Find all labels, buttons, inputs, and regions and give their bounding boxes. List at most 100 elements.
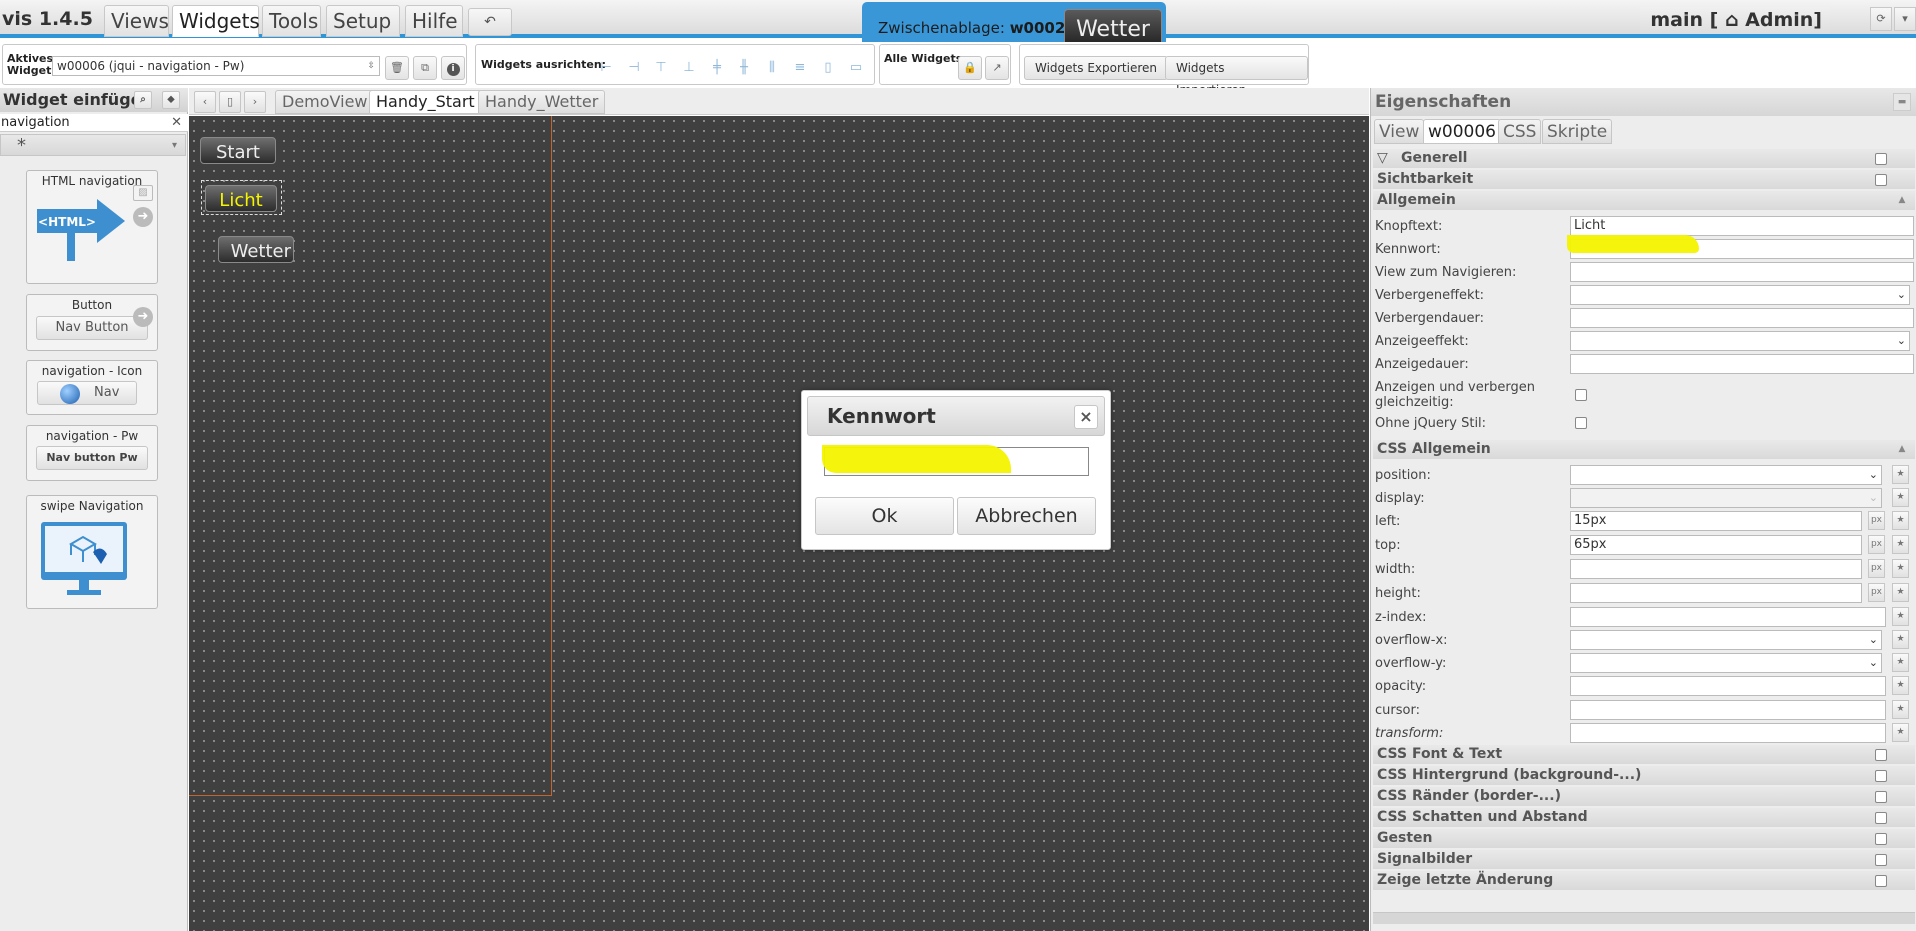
css-select-position[interactable]: ⌄ bbox=[1570, 465, 1882, 485]
group-sichtbarkeit-checkbox[interactable] bbox=[1875, 174, 1887, 186]
prop-tab-css[interactable]: CSS bbox=[1498, 119, 1542, 144]
widget-card-navigation-pw[interactable]: navigation - Pw Nav button Pw bbox=[26, 425, 158, 481]
cancel-button[interactable]: Abbrechen bbox=[957, 497, 1096, 535]
menu-tab-hilfe[interactable]: Hilfe bbox=[405, 5, 463, 37]
refresh-button[interactable]: ⟳ bbox=[1870, 7, 1892, 31]
group-sichtbarkeit[interactable]: Sichtbarkeit bbox=[1373, 170, 1915, 189]
css-star-display[interactable]: ★ bbox=[1892, 488, 1909, 507]
active-widget-select[interactable]: w00006 (jqui - navigation - Pw) ⇳ bbox=[52, 56, 380, 76]
group-css-background[interactable]: CSS Hintergrund (background-...) bbox=[1373, 766, 1915, 785]
group-css-background-checkbox[interactable] bbox=[1875, 770, 1887, 782]
group-generell[interactable]: ▽ Generell bbox=[1373, 149, 1915, 168]
css-unit-left[interactable]: px bbox=[1868, 511, 1885, 530]
copy-widget-button[interactable]: ⧉ bbox=[413, 56, 437, 80]
widget-card-button[interactable]: Button Nav Button ➜ bbox=[26, 294, 158, 351]
prop-checkbox-show-hide-simultaneous[interactable] bbox=[1575, 389, 1587, 401]
view-tab-handy-wetter[interactable]: Handy_Wetter bbox=[478, 90, 606, 114]
collapse-panel-button[interactable]: ▬ bbox=[1893, 93, 1911, 111]
css-star-overflow-x[interactable]: ★ bbox=[1892, 630, 1909, 649]
css-input-height[interactable] bbox=[1570, 583, 1862, 603]
align-top-icon[interactable]: ⊤ bbox=[651, 58, 671, 78]
distribute-vertical-icon[interactable]: ≡ bbox=[790, 58, 810, 78]
group-allgemein[interactable]: Allgemein ▲ bbox=[1373, 191, 1915, 210]
prop-input-knopftext[interactable]: Licht bbox=[1570, 216, 1914, 236]
group-last-change-checkbox[interactable] bbox=[1875, 875, 1887, 887]
canvas-widget-licht[interactable]: Licht bbox=[205, 185, 277, 212]
delete-widget-button[interactable]: 🗑 bbox=[385, 56, 409, 80]
group-generell-checkbox[interactable] bbox=[1875, 153, 1887, 165]
css-star-transform[interactable]: ★ bbox=[1892, 723, 1909, 742]
widget-card-navigation-icon[interactable]: navigation - Icon Nav bbox=[26, 360, 158, 415]
css-star-height[interactable]: ★ bbox=[1892, 583, 1909, 602]
view-tab-handy-start[interactable]: Handy_Start bbox=[369, 90, 482, 114]
widget-card-swipe-navigation[interactable]: swipe Navigation bbox=[26, 495, 158, 609]
prop-input-hide-duration[interactable] bbox=[1570, 308, 1914, 328]
view-canvas[interactable]: Start Licht Wetter bbox=[189, 116, 1369, 931]
prop-tab-widget[interactable]: w00006 bbox=[1423, 119, 1501, 144]
prop-select-hide-effect[interactable]: ⌄ bbox=[1570, 285, 1910, 305]
prop-input-show-duration[interactable] bbox=[1570, 354, 1914, 374]
align-left-icon[interactable]: ⊢ bbox=[596, 58, 616, 78]
css-star-z-index[interactable]: ★ bbox=[1892, 607, 1909, 626]
clear-filter-icon[interactable]: ✕ bbox=[171, 114, 182, 132]
css-input-top[interactable]: 65px bbox=[1570, 535, 1862, 555]
css-input-width[interactable] bbox=[1570, 559, 1862, 579]
align-horizontal-center-icon[interactable]: ╪ bbox=[707, 58, 727, 78]
same-height-icon[interactable]: ▭ bbox=[846, 58, 866, 78]
widget-set-select[interactable]: * ▾ bbox=[0, 134, 186, 156]
group-signal-images[interactable]: Signalbilder bbox=[1373, 850, 1915, 869]
properties-scrollbar[interactable] bbox=[1373, 912, 1915, 924]
view-list-button[interactable]: ▯ bbox=[219, 91, 241, 113]
css-input-z-index[interactable] bbox=[1570, 607, 1886, 627]
import-widgets-button[interactable]: Widgets Importieren bbox=[1165, 56, 1308, 97]
css-input-transform[interactable] bbox=[1570, 723, 1886, 743]
export-widgets-button[interactable]: Widgets Exportieren bbox=[1024, 56, 1168, 80]
menu-tab-widgets[interactable]: Widgets bbox=[172, 5, 260, 37]
group-css-shadow-checkbox[interactable] bbox=[1875, 812, 1887, 824]
align-vertical-center-icon[interactable]: ╫ bbox=[734, 58, 754, 78]
css-star-width[interactable]: ★ bbox=[1892, 559, 1909, 578]
css-unit-top[interactable]: px bbox=[1868, 535, 1885, 554]
palette-tag-button[interactable]: ⬥ bbox=[162, 91, 180, 109]
group-gestures-checkbox[interactable] bbox=[1875, 833, 1887, 845]
next-view-button[interactable]: › bbox=[244, 91, 266, 113]
group-css-allgemein[interactable]: CSS Allgemein ▲ bbox=[1373, 440, 1915, 459]
undo-button[interactable]: ↶ bbox=[468, 8, 512, 36]
more-menu-button[interactable]: ▾ bbox=[1894, 7, 1916, 31]
prev-view-button[interactable]: ‹ bbox=[194, 91, 216, 113]
widget-info-button[interactable]: i bbox=[441, 56, 465, 80]
css-star-overflow-y[interactable]: ★ bbox=[1892, 653, 1909, 672]
menu-tab-tools[interactable]: Tools bbox=[262, 5, 321, 37]
same-width-icon[interactable]: ▯ bbox=[818, 58, 838, 78]
css-star-top[interactable]: ★ bbox=[1892, 535, 1909, 554]
css-star-position[interactable]: ★ bbox=[1892, 465, 1909, 484]
widget-card-html-navigation[interactable]: HTML navigation <HTML> ▨ ➜ bbox=[26, 170, 158, 284]
css-unit-width[interactable]: px bbox=[1868, 559, 1885, 578]
menu-tab-views[interactable]: Views bbox=[104, 5, 169, 37]
distribute-horizontal-icon[interactable]: ⫼ bbox=[762, 58, 782, 78]
group-last-change[interactable]: Zeige letzte Änderung bbox=[1373, 871, 1915, 890]
lock-all-button[interactable]: 🔒 bbox=[958, 56, 982, 80]
group-css-border[interactable]: CSS Ränder (border-...) bbox=[1373, 787, 1915, 806]
css-select-display[interactable]: ⌄ bbox=[1570, 488, 1882, 508]
css-select-overflow-x[interactable]: ⌄ bbox=[1570, 630, 1882, 650]
group-css-font-text-checkbox[interactable] bbox=[1875, 749, 1887, 761]
canvas-widget-wetter[interactable]: Wetter bbox=[218, 236, 294, 263]
css-star-left[interactable]: ★ bbox=[1892, 511, 1909, 530]
align-right-icon[interactable]: ⊣ bbox=[624, 58, 644, 78]
prop-checkbox-no-jquery-style[interactable] bbox=[1575, 417, 1587, 429]
css-input-cursor[interactable] bbox=[1570, 700, 1886, 720]
unlock-all-button[interactable]: ↗ bbox=[985, 56, 1009, 80]
prop-select-show-effect[interactable]: ⌄ bbox=[1570, 331, 1910, 351]
canvas-widget-start[interactable]: Start bbox=[200, 137, 276, 164]
prop-tab-view[interactable]: View bbox=[1374, 119, 1425, 144]
group-css-shadow[interactable]: CSS Schatten und Abstand bbox=[1373, 808, 1915, 827]
collapse-icon[interactable]: ▲ bbox=[1895, 193, 1909, 207]
ok-button[interactable]: Ok bbox=[815, 497, 954, 535]
palette-search-button[interactable]: ⌕ bbox=[134, 91, 152, 109]
css-star-cursor[interactable]: ★ bbox=[1892, 700, 1909, 719]
css-input-left[interactable]: 15px bbox=[1570, 511, 1862, 531]
group-signal-images-checkbox[interactable] bbox=[1875, 854, 1887, 866]
group-css-font-text[interactable]: CSS Font & Text bbox=[1373, 745, 1915, 764]
css-input-opacity[interactable] bbox=[1570, 676, 1886, 696]
